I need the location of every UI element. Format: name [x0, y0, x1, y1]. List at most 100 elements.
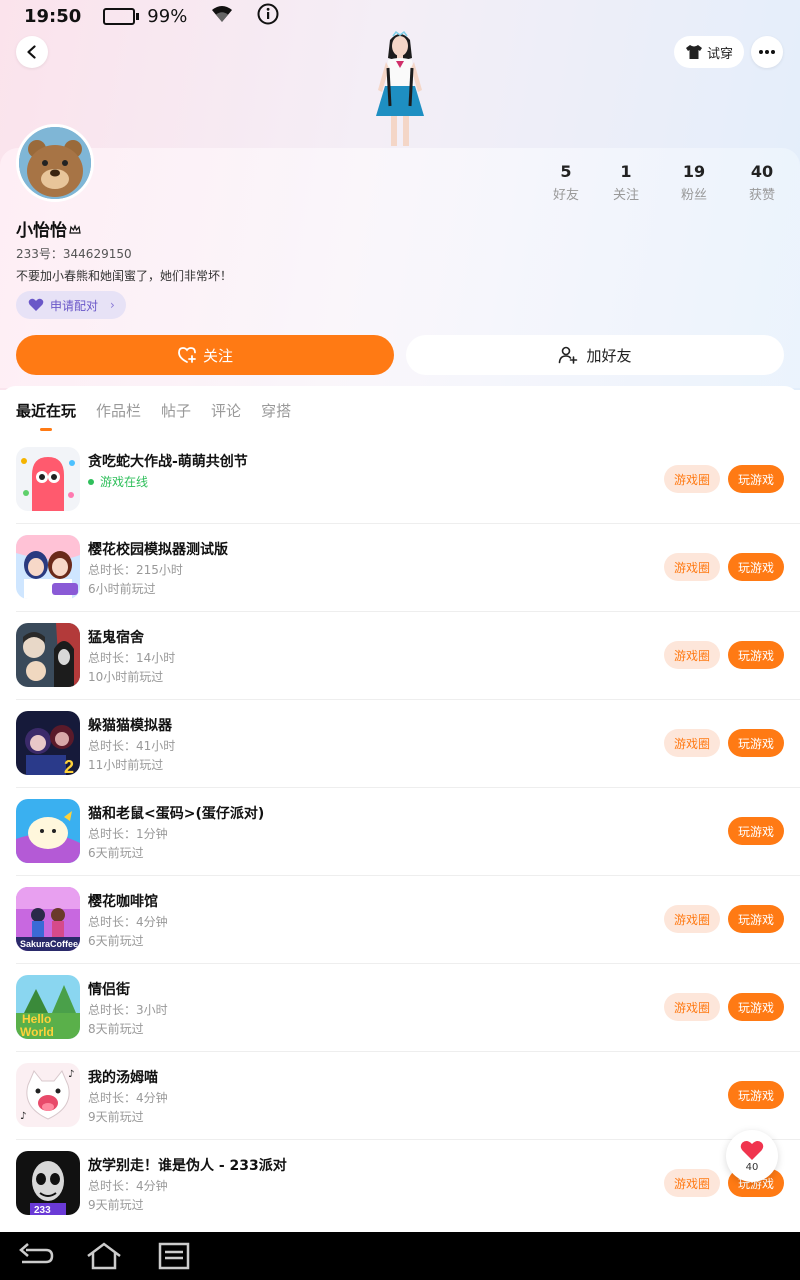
stat-value: 1 — [620, 162, 632, 181]
play-game-button[interactable]: 玩游戏 — [728, 729, 784, 757]
game-last-played: 9天前玩过 — [88, 1110, 144, 1124]
game-icon-sakura-school — [16, 535, 80, 599]
tab-comments[interactable]: 评论 — [211, 400, 241, 430]
tab-outfits[interactable]: 穿搭 — [261, 400, 291, 430]
battery-percent: 99% — [147, 5, 188, 27]
game-circle-button[interactable]: 游戏圈 — [664, 1169, 720, 1197]
play-game-button[interactable]: 玩游戏 — [728, 1081, 784, 1109]
game-row[interactable]: SakuraCoffee 樱花咖啡馆 总时长：4分钟 6天前玩过 游戏圈 玩游戏 — [16, 876, 800, 964]
tab-posts[interactable]: 帖子 — [161, 400, 191, 430]
request-pair-button[interactable]: 申请配对 › — [16, 291, 126, 319]
stat-following[interactable]: 1 关注 — [596, 162, 656, 203]
game-last-played: 6天前玩过 — [88, 846, 144, 860]
game-total-time: 总时长：3小时 — [88, 1003, 168, 1017]
stat-friends[interactable]: 5 好友 — [536, 162, 596, 203]
game-icon-tom-jerry-egg — [16, 799, 80, 863]
game-total-time: 总时长：4分钟 — [88, 1091, 168, 1105]
try-on-button[interactable]: 试穿 — [674, 36, 744, 68]
game-total-time: 总时长：1分钟 — [88, 827, 168, 841]
svg-text:♪: ♪ — [20, 1111, 26, 1122]
game-title: 猫和老鼠<蛋码>(蛋仔派对) — [88, 806, 265, 822]
game-circle-button[interactable]: 游戏圈 — [664, 465, 720, 493]
game-total-time: 总时长：4分钟 — [88, 915, 168, 929]
game-circle-button[interactable]: 游戏圈 — [664, 641, 720, 669]
stat-fans[interactable]: 19 粉丝 — [664, 162, 724, 203]
tab-works[interactable]: 作品栏 — [96, 400, 141, 430]
game-row[interactable]: 樱花校园模拟器测试版 总时长：215小时 6小时前玩过 游戏圈 玩游戏 — [16, 524, 800, 612]
game-circle-button[interactable]: 游戏圈 — [664, 729, 720, 757]
game-title: 樱花咖啡馆 — [88, 894, 158, 910]
game-icon-hide-seek: 2 — [16, 711, 80, 775]
game-row[interactable]: ♪ ♪ 我的汤姆喵 总时长：4分钟 9天前玩过 玩游戏 — [16, 1052, 800, 1140]
like-floating-button[interactable]: 40 — [726, 1130, 778, 1182]
game-last-played: 9天前玩过 — [88, 1198, 144, 1212]
nav-home-icon[interactable] — [84, 1240, 124, 1272]
user-avatar[interactable] — [16, 124, 94, 202]
svg-text:World: World — [20, 1025, 54, 1039]
back-button[interactable] — [16, 36, 48, 68]
game-title: 贪吃蛇大作战-萌萌共创节 — [88, 454, 248, 470]
game-title: 放学别走！谁是伪人 - 233派对 — [88, 1158, 287, 1174]
profile-tabs: 最近在玩 作品栏 帖子 评论 穿搭 — [16, 400, 291, 431]
game-title: 猛鬼宿舍 — [88, 630, 144, 646]
game-row[interactable]: 233 放学别走！谁是伪人 - 233派对 总时长：4分钟 9天前玩过 游戏圈 … — [16, 1140, 800, 1228]
add-friend-button[interactable]: 加好友 — [406, 335, 784, 375]
online-label: 游戏在线 — [100, 475, 149, 489]
chevron-right-icon: › — [110, 298, 115, 312]
game-icon-imposter-party: 233 — [16, 1151, 80, 1215]
play-game-button[interactable]: 玩游戏 — [728, 553, 784, 581]
chevron-left-icon — [27, 45, 36, 59]
avatar-character-figure[interactable] — [360, 28, 440, 150]
content-panel: 最近在玩 作品栏 帖子 评论 穿搭 贪吃蛇大作战-萌萌共创节 游戏在线 游戏圈 … — [0, 386, 800, 1232]
stat-label: 粉丝 — [680, 188, 707, 203]
stat-label: 获赞 — [748, 188, 775, 203]
play-game-button[interactable]: 玩游戏 — [728, 905, 784, 933]
game-last-played: 8天前玩过 — [88, 1022, 144, 1036]
game-row[interactable]: 2 躲猫猫模拟器 总时长：41小时 11小时前玩过 游戏圈 玩游戏 — [16, 700, 800, 788]
game-row[interactable]: 猫和老鼠<蛋码>(蛋仔派对) 总时长：1分钟 6天前玩过 玩游戏 — [16, 788, 800, 876]
game-last-played: 11小时前玩过 — [88, 758, 164, 772]
info-icon — [257, 3, 279, 30]
game-icon-sakura-cafe: SakuraCoffee — [16, 887, 80, 951]
play-game-button[interactable]: 玩游戏 — [728, 641, 784, 669]
follow-button[interactable]: 关注 — [16, 335, 394, 375]
game-total-time: 总时长：14小时 — [88, 651, 176, 665]
play-game-button[interactable]: 玩游戏 — [728, 993, 784, 1021]
wifi-icon — [209, 4, 235, 29]
status-time: 19:50 — [24, 5, 82, 27]
game-row[interactable]: Hello World 情侣街 总时长：3小时 8天前玩过 游戏圈 玩游戏 — [16, 964, 800, 1052]
follow-label: 关注 — [202, 346, 233, 365]
game-icon-ghost-dorm — [16, 623, 80, 687]
profile-stats: 5 好友 1 关注 19 粉丝 40 获赞 — [530, 162, 792, 203]
battery-icon — [103, 7, 140, 25]
more-button[interactable] — [751, 36, 783, 68]
heart-icon — [28, 298, 44, 311]
game-icon-snake — [16, 447, 80, 511]
game-circle-button[interactable]: 游戏圈 — [664, 905, 720, 933]
play-game-button[interactable]: 玩游戏 — [728, 465, 784, 493]
game-title: 情侣街 — [88, 982, 130, 998]
game-last-played: 6天前玩过 — [88, 934, 144, 948]
game-circle-button[interactable]: 游戏圈 — [664, 553, 720, 581]
game-row[interactable]: 猛鬼宿舍 总时长：14小时 10小时前玩过 游戏圈 玩游戏 — [16, 612, 800, 700]
game-row[interactable]: 贪吃蛇大作战-萌萌共创节 游戏在线 游戏圈 玩游戏 — [16, 436, 800, 524]
try-on-label: 试穿 — [706, 46, 733, 62]
nav-recents-icon[interactable] — [154, 1240, 194, 1272]
stat-value: 40 — [750, 162, 774, 181]
play-game-button[interactable]: 玩游戏 — [728, 817, 784, 845]
stat-likes[interactable]: 40 获赞 — [732, 162, 792, 203]
game-icon-tom-cat: ♪ ♪ — [16, 1063, 80, 1127]
system-navigation-bar — [0, 1232, 800, 1280]
profile-uid: 233号：344629150 — [16, 247, 132, 261]
nav-back-icon[interactable] — [16, 1240, 56, 1272]
game-title: 躲猫猫模拟器 — [88, 718, 172, 734]
game-last-played: 6小时前玩过 — [88, 582, 156, 596]
add-friend-label: 加好友 — [586, 346, 632, 365]
game-title: 樱花校园模拟器测试版 — [88, 542, 228, 558]
game-circle-button[interactable]: 游戏圈 — [664, 993, 720, 1021]
add-user-icon — [559, 346, 578, 364]
heart-icon — [740, 1140, 764, 1160]
tab-recently-played[interactable]: 最近在玩 — [16, 400, 76, 431]
svg-text:♪: ♪ — [68, 1069, 74, 1080]
crown-badge-icon — [69, 224, 81, 234]
